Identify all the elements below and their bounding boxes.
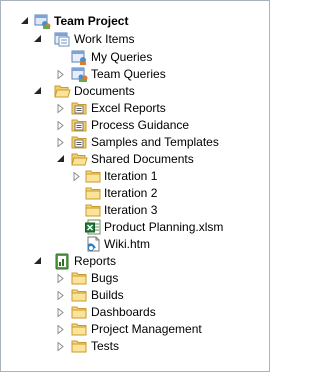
work-items-icon: [54, 31, 70, 48]
folder-icon: [85, 202, 101, 219]
tree-node-product-planning[interactable]: Product Planning.xlsm: [1, 219, 269, 236]
team-project-icon: [34, 13, 51, 30]
tree-node-team-queries[interactable]: Team Queries: [1, 66, 269, 83]
folder-icon: [71, 270, 87, 287]
tree-node-label: Dashboards: [91, 305, 156, 319]
excel-file-icon: [85, 219, 101, 236]
collapsed-arrow-icon[interactable]: [55, 117, 67, 134]
tree-node-excel-reports[interactable]: Excel Reports: [1, 100, 269, 117]
expanded-arrow-icon[interactable]: [32, 253, 44, 270]
tree-node-tests[interactable]: Tests: [1, 338, 269, 355]
tree-node-process-guidance[interactable]: Process Guidance: [1, 117, 269, 134]
folder-icon: [71, 321, 87, 338]
collapsed-arrow-icon[interactable]: [55, 134, 67, 151]
tree-node-label: Iteration 1: [104, 169, 158, 183]
tree-node-label: Builds: [91, 288, 124, 302]
tree-node-label: Work Items: [74, 32, 135, 46]
folder-icon: [71, 338, 87, 355]
document-library-icon: [71, 100, 87, 117]
expanded-arrow-icon[interactable]: [32, 31, 44, 48]
expanded-arrow-icon[interactable]: [19, 13, 31, 30]
tree-node-label: Shared Documents: [91, 152, 194, 166]
tree-node-iteration-3[interactable]: Iteration 3: [1, 202, 269, 219]
tree-node-label: Tests: [91, 339, 120, 353]
document-library-icon: [71, 117, 87, 134]
tree-node-label: Reports: [74, 254, 117, 268]
collapsed-arrow-icon[interactable]: [55, 338, 67, 355]
tree-node-iteration-2[interactable]: Iteration 2: [1, 185, 269, 202]
tree-node-label: Iteration 2: [104, 186, 158, 200]
project-tree: Team Project Work Items My Queries Team …: [1, 1, 269, 371]
tree-node-label: Wiki.htm: [104, 237, 150, 251]
tree-node-reports[interactable]: Reports: [1, 253, 269, 270]
tree-node-label: Bugs: [91, 271, 119, 285]
tree-node-documents[interactable]: Documents: [1, 83, 269, 100]
collapsed-arrow-icon[interactable]: [55, 100, 67, 117]
tree-node-label: Excel Reports: [91, 101, 166, 115]
tree-node-label: Samples and Templates: [91, 135, 219, 149]
collapsed-arrow-icon[interactable]: [55, 66, 67, 83]
document-library-icon: [71, 134, 87, 151]
folder-open-icon: [71, 151, 88, 168]
collapsed-arrow-icon[interactable]: [55, 270, 67, 287]
tree-node-my-queries[interactable]: My Queries: [1, 49, 269, 66]
collapsed-arrow-icon[interactable]: [55, 304, 67, 321]
tree-node-project-management[interactable]: Project Management: [1, 321, 269, 338]
collapsed-arrow-icon[interactable]: [71, 168, 83, 185]
tree-node-label: Team Project: [54, 14, 129, 28]
tree-node-label: Documents: [74, 84, 135, 98]
folder-open-icon: [54, 83, 71, 100]
folder-icon: [71, 304, 87, 321]
team-explorer-panel: Team Project Work Items My Queries Team …: [0, 0, 270, 372]
expanded-arrow-icon[interactable]: [32, 83, 44, 100]
folder-icon: [85, 185, 101, 202]
web-page-icon: [85, 236, 101, 253]
reports-icon: [54, 253, 70, 270]
folder-icon: [85, 168, 101, 185]
tree-node-label: Product Planning.xlsm: [104, 220, 224, 234]
queries-folder-icon: [71, 66, 88, 83]
tree-node-builds[interactable]: Builds: [1, 287, 269, 304]
tree-node-work-items[interactable]: Work Items: [1, 31, 269, 48]
tree-node-team-project[interactable]: Team Project: [1, 13, 269, 30]
tree-node-label: Iteration 3: [104, 203, 158, 217]
tree-node-samples-and-templates[interactable]: Samples and Templates: [1, 134, 269, 151]
tree-node-label: Project Management: [91, 322, 202, 336]
tree-node-label: My Queries: [91, 50, 153, 64]
queries-folder-icon: [71, 49, 87, 66]
tree-node-iteration-1[interactable]: Iteration 1: [1, 168, 269, 185]
expanded-arrow-icon[interactable]: [55, 151, 67, 168]
tree-node-dashboards[interactable]: Dashboards: [1, 304, 269, 321]
tree-node-shared-documents[interactable]: Shared Documents: [1, 151, 269, 168]
collapsed-arrow-icon[interactable]: [55, 287, 67, 304]
collapsed-arrow-icon[interactable]: [55, 321, 67, 338]
folder-icon: [71, 287, 87, 304]
tree-node-label: Process Guidance: [91, 118, 190, 132]
tree-node-bugs[interactable]: Bugs: [1, 270, 269, 287]
tree-node-wiki[interactable]: Wiki.htm: [1, 236, 269, 253]
tree-node-label: Team Queries: [91, 67, 166, 81]
